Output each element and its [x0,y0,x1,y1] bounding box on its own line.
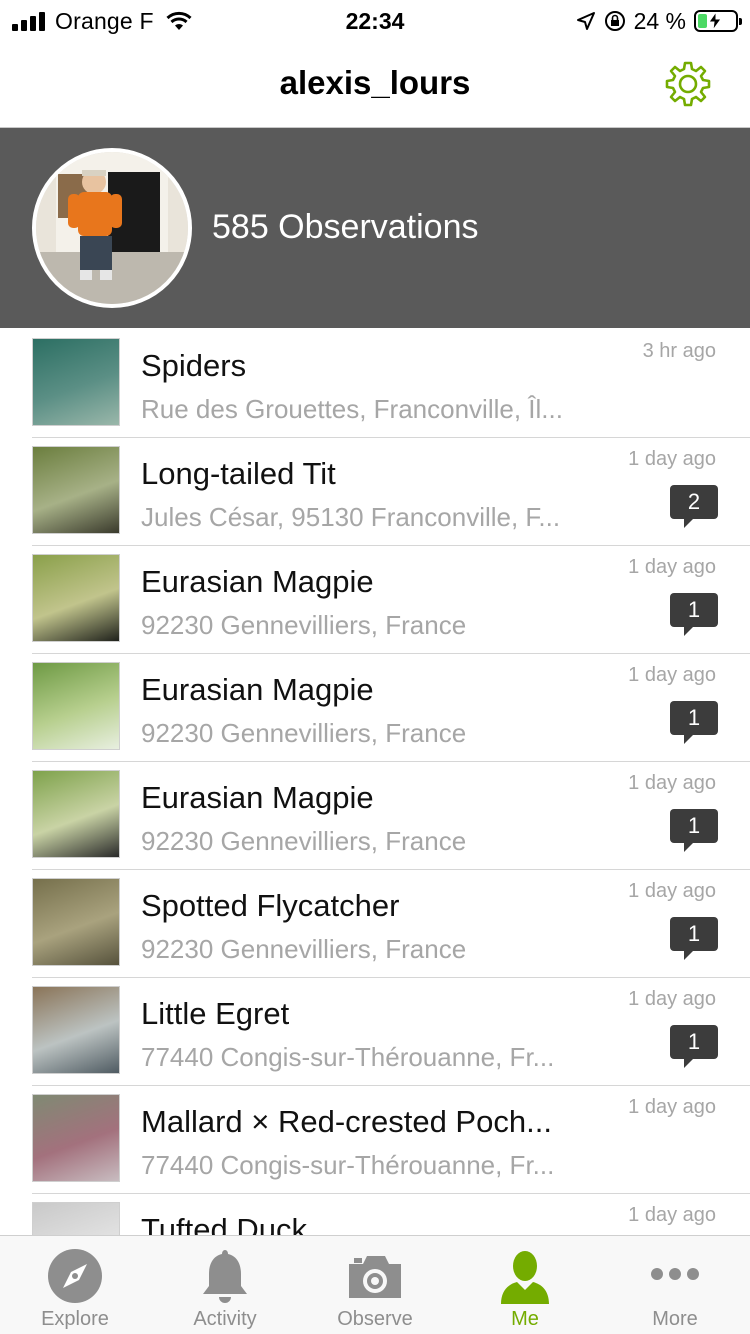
battery-level [698,14,707,28]
observation-row[interactable]: Tufted Duck 1 day ago [32,1194,750,1235]
observation-title: Tufted Duck [141,1212,307,1235]
more-icon [651,1268,699,1280]
location-arrow-icon [576,12,595,30]
tab-bar: Explore Activity Observe Me More [0,1235,750,1334]
compass-icon [48,1249,102,1303]
observation-title: Eurasian Magpie [141,672,374,707]
tab-label: Observe [337,1308,413,1330]
observation-place: 77440 Congis-sur-Thérouanne, Fr... [141,1150,555,1180]
observation-thumbnail [32,554,120,642]
observation-place: 92230 Gennevilliers, France [141,718,467,748]
observation-thumbnail [32,338,120,426]
comment-count-badge: 1 [670,593,718,636]
observation-time: 1 day ago [628,1096,716,1118]
observation-time: 1 day ago [628,1204,716,1226]
observation-row[interactable]: Spiders Rue des Grouettes, Franconville, … [32,330,750,438]
observation-time: 1 day ago [628,448,716,470]
observation-row[interactable]: Mallard × Red-crested Poch... 77440 Congi… [32,1086,750,1194]
observation-time: 3 hr ago [642,340,716,362]
comment-count-badge: 1 [670,701,718,744]
observation-time: 1 day ago [628,664,716,686]
observation-place: Rue des Grouettes, Franconville, Îl... [141,394,563,424]
observation-title: Eurasian Magpie [141,564,374,599]
observation-row[interactable]: Spotted Flycatcher 92230 Gennevilliers, F… [32,870,750,978]
status-bar: Orange F 22:34 24 % [0,0,750,42]
avatar-photo [36,152,188,304]
comment-count-badge: 1 [670,809,718,852]
bell-icon [203,1250,247,1303]
observation-row[interactable]: Little Egret 77440 Congis-sur-Thérouanne,… [32,978,750,1086]
observation-thumbnail [32,1094,120,1182]
camera-icon [349,1256,401,1298]
observation-row[interactable]: Eurasian Magpie 92230 Gennevilliers, Fran… [32,546,750,654]
observation-place: 77440 Congis-sur-Thérouanne, Fr... [141,1042,555,1072]
tab-observe[interactable]: Observe [300,1236,450,1334]
observation-place: Jules César, 95130 Franconville, F... [141,502,561,532]
observation-time: 1 day ago [628,772,716,794]
tab-activity[interactable]: Activity [150,1236,300,1334]
observation-row[interactable]: Eurasian Magpie 92230 Gennevilliers, Fran… [32,654,750,762]
observation-row[interactable]: Eurasian Magpie 92230 Gennevilliers, Fran… [32,762,750,870]
gear-icon [665,61,711,107]
tab-me[interactable]: Me [450,1236,600,1334]
observation-place: 92230 Gennevilliers, France [141,934,467,964]
charging-bolt-icon [708,12,722,30]
observation-title: Mallard × Red-crested Poch... [141,1104,552,1139]
observation-time: 1 day ago [628,988,716,1010]
orientation-lock-icon [604,11,625,31]
observation-place: 92230 Gennevilliers, France [141,826,467,856]
avatar[interactable] [32,148,192,308]
comment-count-badge: 1 [670,1025,718,1068]
status-right: 24 % [576,6,742,36]
observation-title: Long-tailed Tit [141,456,336,491]
battery-icon [694,10,742,32]
comment-count-badge: 1 [670,917,718,960]
observation-row[interactable]: Long-tailed Tit Jules César, 95130 Franco… [32,438,750,546]
person-icon [501,1251,549,1304]
observation-thumbnail [32,662,120,750]
navigation-bar: alexis_lours [0,42,750,128]
observation-time: 1 day ago [628,556,716,578]
tab-label: Explore [41,1308,109,1330]
tab-label: Me [511,1308,539,1330]
observation-title: Spiders [141,348,247,383]
observation-thumbnail [32,1202,120,1235]
observation-thumbnail [32,986,120,1074]
observation-title: Little Egret [141,996,290,1031]
battery-percent: 24 % [633,7,686,34]
tab-label: Activity [193,1308,257,1330]
profile-header: 585 Observations [0,128,750,328]
observation-time: 1 day ago [628,880,716,902]
tab-explore[interactable]: Explore [0,1236,150,1334]
observations-count: 585 Observations [212,208,479,246]
settings-button[interactable] [664,60,712,108]
observation-list[interactable]: Spiders Rue des Grouettes, Franconville, … [0,330,750,1235]
page-title: alexis_lours [279,64,471,101]
tab-more[interactable]: More [600,1236,750,1334]
tab-label: More [652,1308,698,1330]
observation-thumbnail [32,770,120,858]
observation-title: Spotted Flycatcher [141,888,400,923]
observation-thumbnail [32,446,120,534]
observation-thumbnail [32,878,120,966]
observation-place: 92230 Gennevilliers, France [141,610,467,640]
observation-title: Eurasian Magpie [141,780,374,815]
comment-count-badge: 2 [670,485,718,528]
